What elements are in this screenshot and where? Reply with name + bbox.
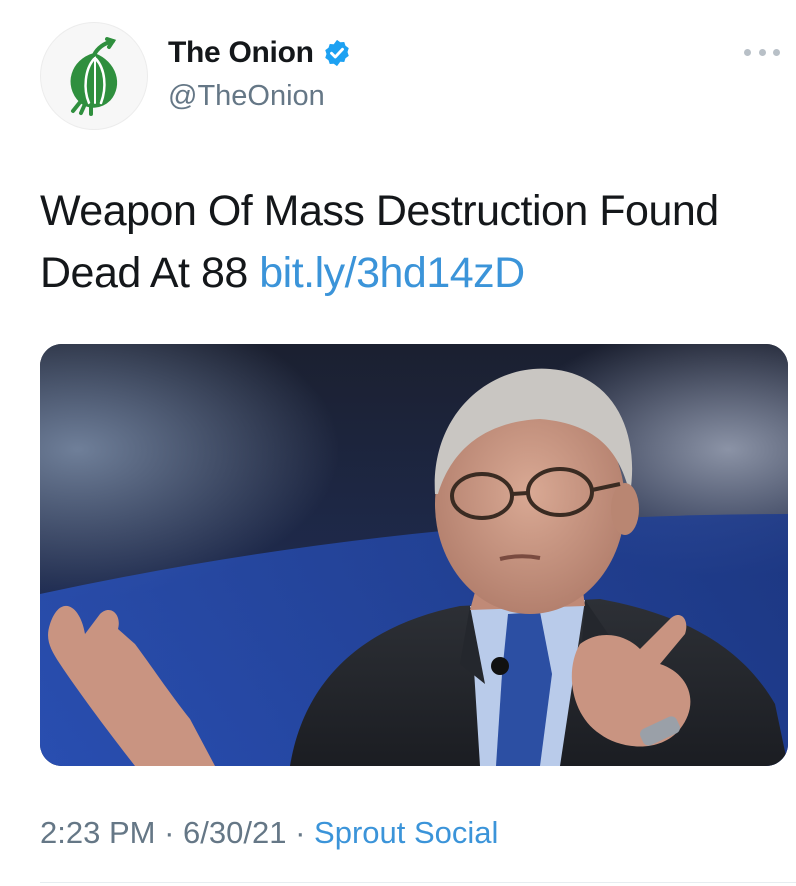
tweet-text: Weapon Of Mass Destruction Found Dead At… [40, 180, 760, 304]
tweet-link[interactable]: bit.ly/3hd14zD [259, 249, 525, 297]
tweet-time[interactable]: 2:23 PM [40, 815, 155, 850]
tweet-meta: 2:23 PM · 6/30/21 · Sprout Social [40, 815, 498, 851]
meta-separator: · [164, 815, 175, 850]
tweet-source[interactable]: Sprout Social [314, 815, 498, 850]
divider [40, 882, 796, 883]
author-handle[interactable]: @TheOnion [168, 80, 325, 113]
display-name[interactable]: The Onion [168, 36, 314, 70]
more-options-icon[interactable] [744, 42, 780, 62]
author-name-row[interactable]: The Onion [168, 36, 352, 70]
avatar[interactable] [40, 22, 148, 130]
tweet-date[interactable]: 6/30/21 [183, 815, 286, 850]
tweet-image[interactable] [40, 344, 788, 766]
verified-badge-icon [324, 39, 349, 67]
meta-separator: · [295, 815, 306, 850]
photo-illustration [40, 344, 788, 766]
onion-logo-icon [70, 37, 118, 116]
